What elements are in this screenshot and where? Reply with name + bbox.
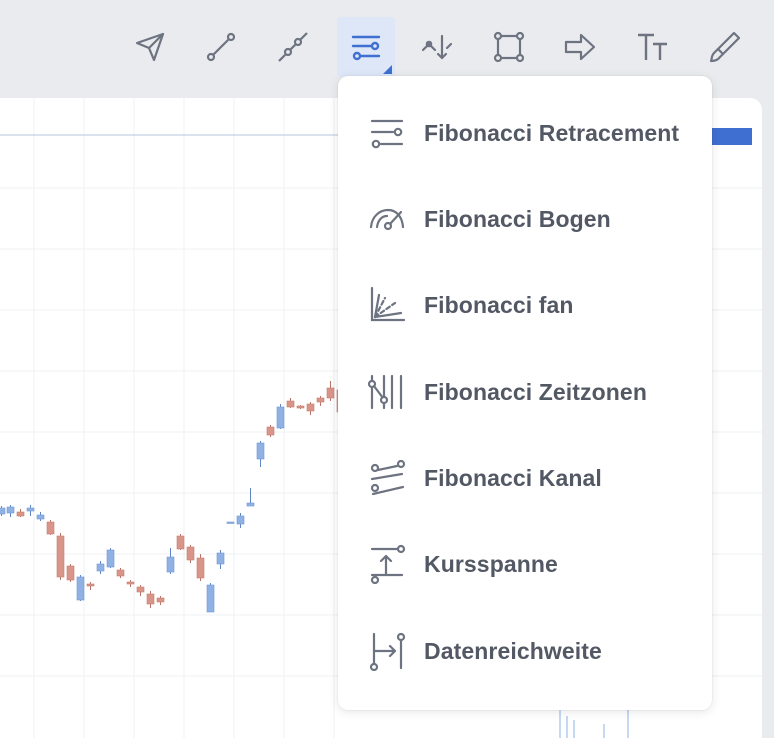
tool-patterns[interactable] (408, 17, 466, 77)
candle-body (116, 569, 125, 577)
fib-retracement-icon (367, 113, 407, 153)
arrow-cursor-icon (135, 32, 165, 62)
menu-item-label: Fibonacci Kanal (424, 464, 602, 491)
candle-body (76, 576, 85, 601)
candle-body (26, 507, 35, 512)
menu-item-label: Fibonacci Retracement (424, 119, 680, 146)
candle-body (16, 511, 25, 517)
candle-body (196, 557, 205, 579)
menu-item-fib-fan[interactable]: Fibonacci fan (338, 270, 712, 340)
rectangle-icon (493, 31, 525, 63)
candle-body (86, 583, 95, 587)
menu-item-fib-arc[interactable]: Fibonacci Bogen (338, 184, 712, 254)
tool-rectangle[interactable] (480, 17, 538, 77)
extended-line-icon (278, 32, 308, 62)
menu-item-fib-retracement[interactable]: Fibonacci Retracement (338, 98, 712, 168)
menu-item-date-range[interactable]: Datenreichweite (338, 616, 712, 686)
candle-body (136, 586, 145, 593)
candle-body (156, 597, 165, 603)
price-range-icon (367, 544, 407, 584)
patterns-icon (421, 34, 453, 60)
candle-body (246, 502, 255, 507)
candle-body (46, 521, 55, 535)
candle-body (316, 397, 325, 403)
tool-trend-line[interactable] (192, 17, 250, 77)
candle-body (216, 552, 225, 565)
candle-body (66, 565, 75, 581)
date-range-icon (367, 631, 407, 671)
menu-item-price-range[interactable]: Kursspanne (338, 529, 712, 599)
fibonacci-tools-icon (351, 35, 381, 61)
candle-body (206, 584, 215, 613)
arrow-shape-icon (564, 33, 596, 61)
tool-brush[interactable] (696, 17, 754, 77)
fib-timezones-icon (367, 372, 407, 412)
candle-body (306, 403, 315, 412)
menu-item-fib-channel[interactable]: Fibonacci Kanal (338, 443, 712, 513)
menu-item-fib-timezones[interactable]: Fibonacci Zeitzonen (338, 357, 712, 427)
tool-arrow-cursor[interactable] (121, 17, 179, 77)
trend-line-icon (206, 32, 236, 62)
candle-body (166, 556, 175, 573)
candle-body (176, 535, 185, 550)
menu-item-label: Fibonacci Zeitzonen (424, 378, 647, 405)
candle-body (186, 546, 195, 561)
candle-body (0, 507, 6, 515)
text-icon (638, 33, 667, 60)
candle-body (6, 506, 15, 514)
candle-body (266, 426, 275, 436)
candle-body (236, 515, 245, 525)
candle-body (146, 593, 155, 605)
tool-text[interactable] (624, 17, 682, 77)
menu-item-label: Fibonacci Bogen (424, 205, 611, 232)
menu-item-label: Fibonacci fan (424, 291, 574, 318)
candle-body (106, 549, 115, 568)
fib-fan-icon (367, 285, 407, 325)
candle-body (226, 521, 235, 524)
brush-icon (709, 31, 741, 63)
candle-body (276, 406, 285, 429)
candle-body (56, 535, 65, 578)
menu-item-label: Datenreichweite (424, 637, 602, 664)
candle-body (326, 387, 335, 399)
tool-fibonacci[interactable] (337, 17, 395, 77)
menu-item-label: Kursspanne (424, 550, 558, 577)
fibonacci-tools-menu: Fibonacci Retracement Fibonacci Bogen Fi… (338, 76, 712, 710)
tool-arrow-shape[interactable] (551, 17, 609, 77)
candle-body (126, 581, 135, 585)
candle-body (36, 514, 45, 520)
candle-body (96, 563, 105, 572)
fib-arc-icon (367, 199, 407, 239)
candle-body (286, 400, 295, 408)
tool-extended-line[interactable] (264, 17, 322, 77)
candle-body (256, 442, 265, 460)
fib-channel-icon (367, 458, 407, 498)
candle-body (296, 405, 305, 409)
